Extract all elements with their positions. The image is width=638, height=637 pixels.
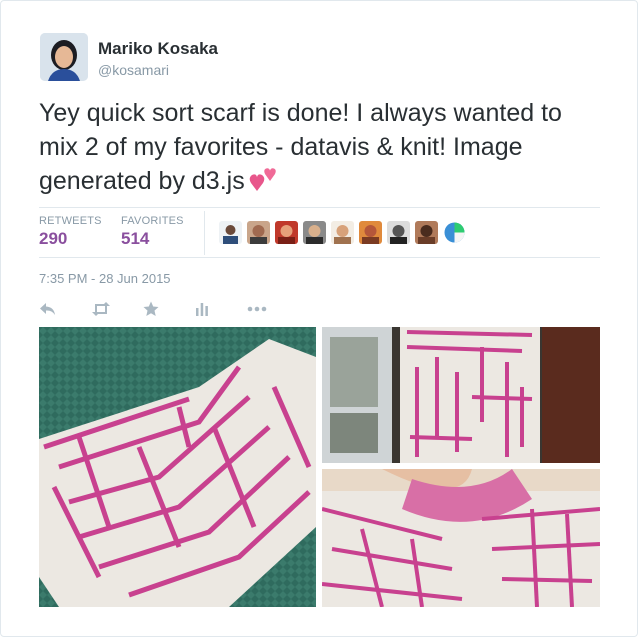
favoriters-avatars <box>219 221 466 244</box>
divider <box>39 207 600 208</box>
favorites-count: 514 <box>121 229 150 248</box>
tweet-photo[interactable] <box>39 327 316 607</box>
user-name[interactable]: Mariko Kosaka <box>98 39 218 59</box>
favorites-label: FAVORITES <box>121 215 184 227</box>
avatar[interactable] <box>359 221 382 244</box>
tweet-text: Yey quick sort scarf is done! I always w… <box>39 96 599 202</box>
favorite-icon[interactable] <box>143 299 195 319</box>
avatar[interactable] <box>303 221 326 244</box>
avatar[interactable] <box>219 221 242 244</box>
retweets-label: RETWEETS <box>39 215 102 227</box>
tweet-text-body: Yey quick sort scarf is done! I always w… <box>39 99 562 195</box>
action-bar <box>39 299 299 319</box>
avatar[interactable] <box>331 221 354 244</box>
avatar[interactable] <box>443 221 466 244</box>
tweet-card: Mariko Kosaka @kosamari Yey quick sort s… <box>0 0 638 637</box>
avatar[interactable] <box>40 33 88 81</box>
favorites-stat[interactable]: FAVORITES 514 <box>121 215 184 249</box>
tweet-photo[interactable] <box>322 469 600 607</box>
user-handle[interactable]: @kosamari <box>98 62 169 78</box>
avatar[interactable] <box>275 221 298 244</box>
more-icon[interactable] <box>247 299 299 319</box>
avatar[interactable] <box>247 221 270 244</box>
retweets-count: 290 <box>39 229 68 248</box>
timestamp[interactable]: 7:35 PM - 28 Jun 2015 <box>39 271 171 286</box>
avatar[interactable] <box>387 221 410 244</box>
tweet-photo[interactable] <box>322 327 600 463</box>
two-hearts-icon <box>249 167 279 202</box>
retweets-stat[interactable]: RETWEETS 290 <box>39 215 102 249</box>
analytics-icon[interactable] <box>195 299 247 319</box>
reply-icon[interactable] <box>39 299 91 319</box>
retweet-icon[interactable] <box>91 299 143 319</box>
divider <box>204 211 205 255</box>
avatar[interactable] <box>415 221 438 244</box>
divider <box>39 257 600 258</box>
